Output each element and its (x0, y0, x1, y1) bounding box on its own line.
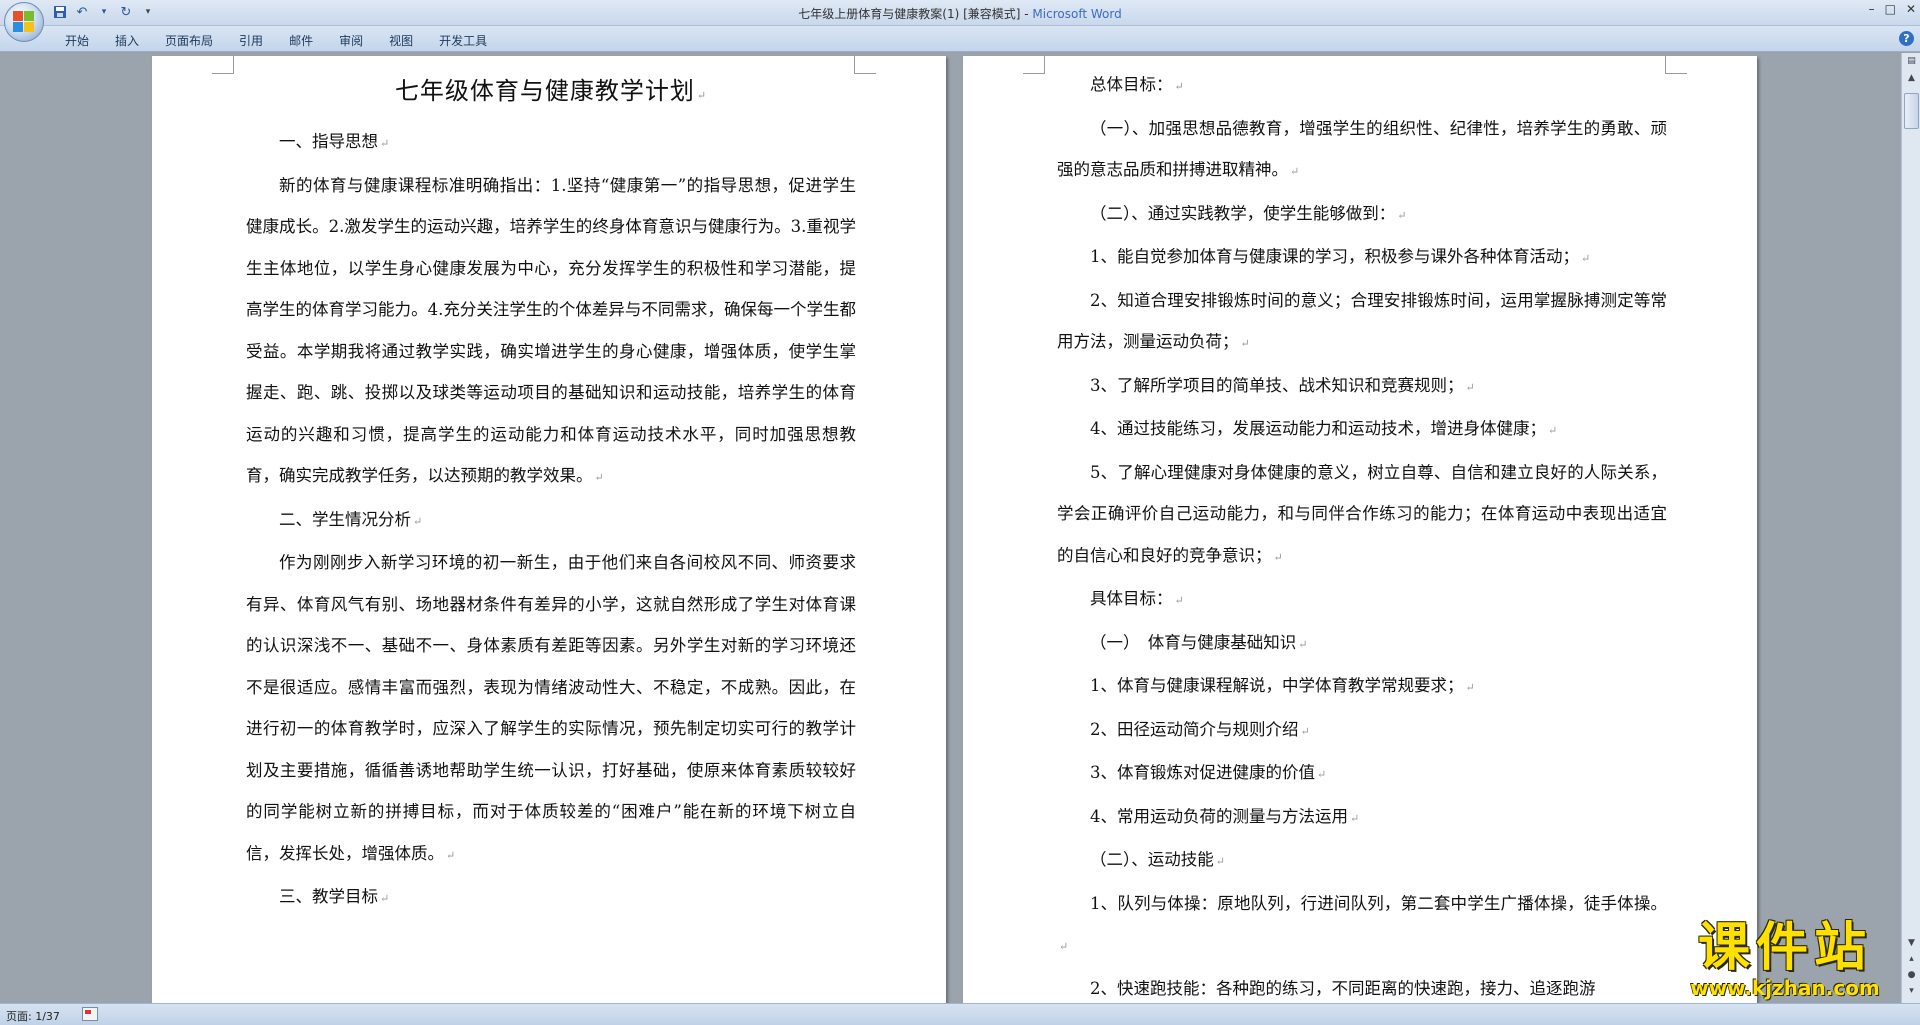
browse-object-icon[interactable]: ● (1904, 968, 1919, 983)
paragraph-mark: ↵ (1465, 681, 1475, 694)
watermark-url: www.kjzhan.com (1690, 976, 1880, 1000)
paragraph-mark: ↵ (1548, 424, 1558, 437)
tab-developer[interactable]: 开发工具 (426, 30, 500, 51)
document-paragraph: 1、能自觉参加体育与健康课的学习，积极参与课外各种体育活动； ↵ (1090, 247, 1591, 266)
document-paragraph: 2、快速跑技能：各种跑的练习，不同距离的快速跑，接力、追逐跑游 (1090, 978, 1596, 998)
paragraph-mark: ↵ (1397, 208, 1407, 222)
document-paragraph: 2、田径运动简介与规则介绍 ↵ (1090, 719, 1310, 739)
paragraph-mark: ↵ (1290, 165, 1300, 178)
next-page-icon[interactable]: ▾ (1904, 984, 1919, 999)
tab-home[interactable]: 开始 (52, 30, 102, 51)
document-paragraph: 新的体育与健康课程标准明确指出：1.坚持“健康第一”的指导思想，促进学生健康成长… (246, 175, 856, 486)
paragraph-mark: ↵ (380, 137, 390, 150)
tab-review[interactable]: 审阅 (326, 30, 376, 51)
scroll-down-icon[interactable]: ▼ (1904, 936, 1919, 951)
crop-mark (1665, 56, 1687, 74)
document-paragraph: 4、常用运动负荷的测量与方法运用 ↵ (1090, 806, 1360, 826)
paragraph-mark: ↵ (1215, 855, 1225, 868)
crop-mark (854, 56, 876, 74)
document-paragraph: 1、队列与体操：原地队列，行进间队列，第二套中学生广播体操，徒手体操。↵ (1059, 893, 1667, 954)
page-content: 七年级体育与健康教学计划 ↵ 一、指导思想 ↵ 新的体育与健康课程标准明确指出：1.坚… (246, 66, 856, 920)
scroll-up-icon[interactable]: ▲ (1904, 71, 1919, 86)
window-controls: – □ ✕ (1869, 2, 1916, 16)
document-paragraph: 3、了解所学项目的简单技、战术知识和竞赛规则； ↵ (1090, 375, 1475, 395)
office-button[interactable] (4, 2, 44, 42)
document-paragraph: 3、体育锻炼对促进健康的价值 ↵ (1090, 763, 1327, 782)
title-bar: ↶ ▾ ↻ ▾ 七年级上册体育与健康教案(1) [兼容模式] - Microso… (0, 0, 1920, 42)
watermark-logo: 课件站 www.kjzhan.com (1665, 920, 1905, 1010)
document-paragraph: 一、指导思想 ↵ (279, 132, 390, 151)
paragraph-mark: ↵ (594, 471, 604, 484)
paragraph-mark: ↵ (1300, 724, 1310, 738)
previous-page-icon[interactable]: ▴ (1904, 952, 1919, 967)
document-paragraph: （二）、运动技能 ↵ (1090, 850, 1225, 869)
document-paragraph: 具体目标： ↵ (1090, 589, 1184, 608)
vertical-scrollbar[interactable]: ▤ ▲ ▼ ▴ ● ▾ (1901, 53, 1920, 1003)
document-page-1[interactable]: 七年级体育与健康教学计划 ↵ 一、指导思想 ↵ 新的体育与健康课程标准明确指出：1.坚… (152, 56, 946, 1003)
tab-view[interactable]: 视图 (376, 30, 426, 51)
paragraph-mark: ↵ (1317, 768, 1327, 781)
paragraph-mark: ↵ (413, 514, 423, 528)
proofing-icon[interactable] (82, 1007, 98, 1021)
page-content: 总体目标： ↵ （一）、加强思想品德教育，增强学生的组织性、纪律性，培养学生的勇敢、… (1057, 64, 1667, 1003)
paragraph-mark: ↵ (1273, 550, 1283, 564)
tab-insert[interactable]: 插入 (102, 30, 152, 51)
paragraph-mark: ↵ (446, 848, 456, 862)
minimize-icon[interactable]: – (1869, 2, 1875, 16)
crop-mark (1023, 56, 1045, 74)
document-heading: 七年级体育与健康教学计划 ↵ (394, 77, 708, 105)
paragraph-mark: ↵ (1240, 337, 1250, 350)
paragraph-mark: ↵ (1350, 811, 1360, 825)
watermark-main: 课件站 (1697, 918, 1872, 978)
app-name: Microsoft Word (1032, 7, 1122, 21)
page-counter[interactable]: 页面: 1/37 (6, 1008, 60, 1024)
paragraph-mark: ↵ (1174, 594, 1184, 607)
maximize-icon[interactable]: □ (1885, 2, 1896, 16)
document-title: 七年级上册体育与健康教案(1) [兼容模式] - (798, 7, 1033, 21)
paragraph-mark: ↵ (1298, 637, 1308, 651)
tab-mailings[interactable]: 邮件 (276, 30, 326, 51)
paragraph-mark: ↵ (380, 892, 390, 905)
document-workspace: 七年级体育与健康教学计划 ↵ 一、指导思想 ↵ 新的体育与健康课程标准明确指出：1.坚… (0, 53, 1901, 1003)
document-paragraph: 5、了解心理健康对身体健康的意义，树立自尊、自信和建立良好的人际关系，学会正确评… (1057, 462, 1667, 565)
paragraph-mark: ↵ (1581, 252, 1591, 265)
scroll-thumb[interactable] (1904, 93, 1919, 129)
tab-references[interactable]: 引用 (226, 30, 276, 51)
paragraph-mark: ↵ (1174, 80, 1184, 93)
document-paragraph: 总体目标： ↵ (1090, 75, 1184, 94)
help-icon[interactable]: ? (1899, 31, 1914, 46)
document-paragraph: 三、教学目标 ↵ (279, 887, 390, 906)
ruler-toggle-icon[interactable]: ▤ (1904, 54, 1919, 69)
paragraph-mark: ↵ (1465, 380, 1475, 394)
document-paragraph: 4、通过技能练习，发展运动能力和运动技术，增进身体健康； ↵ (1090, 419, 1558, 438)
close-icon[interactable]: ✕ (1906, 2, 1916, 16)
paragraph-mark: ↵ (1059, 940, 1069, 953)
window-title: 七年级上册体育与健康教案(1) [兼容模式] - Microsoft Word (0, 5, 1920, 22)
document-paragraph: （二）、通过实践教学，使学生能够做到： ↵ (1090, 203, 1407, 223)
document-paragraph: 二、学生情况分析 ↵ (279, 509, 423, 529)
ribbon-tabs: 开始 插入 页面布局 引用 邮件 审阅 视图 开发工具 (52, 30, 500, 51)
ribbon: 开始 插入 页面布局 引用 邮件 审阅 视图 开发工具 ? (0, 26, 1920, 52)
document-paragraph: 1、体育与健康课程解说，中学体育教学常规要求； ↵ (1090, 676, 1475, 695)
document-page-2[interactable]: 总体目标： ↵ （一）、加强思想品德教育，增强学生的组织性、纪律性，培养学生的勇敢、… (963, 56, 1757, 1003)
document-paragraph: 2、知道合理安排锻炼时间的意义；合理安排锻炼时间，运用掌握脉搏测定等常用方法，测… (1057, 290, 1667, 352)
document-paragraph: 作为刚刚步入新学习环境的初一新生，由于他们来自各间校风不同、师资要求有异、体育风… (246, 553, 856, 863)
crop-mark (212, 56, 234, 74)
tab-page-layout[interactable]: 页面布局 (152, 30, 226, 51)
office-logo-icon (13, 11, 35, 33)
status-bar: 页面: 1/37 (0, 1003, 1920, 1025)
document-paragraph: （一） 体育与健康基础知识 ↵ (1090, 632, 1308, 652)
document-paragraph: （一）、加强思想品德教育，增强学生的组织性、纪律性，培养学生的勇敢、顽强的意志品… (1057, 118, 1667, 180)
